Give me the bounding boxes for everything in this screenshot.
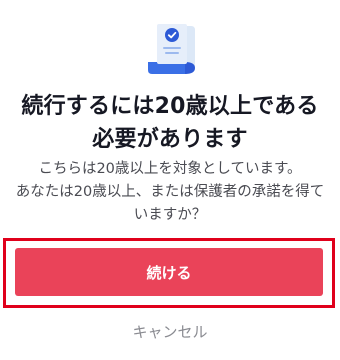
verified-certificate-icon	[148, 24, 195, 74]
age-verification-dialog: 続行するには20歳以上である必要があります こちらは20歳以上を対象としています…	[0, 0, 340, 360]
dialog-description: こちらは20歳以上を対象としています。 あなたは20歳以上、または保護者の承諾を…	[15, 161, 325, 223]
continue-button[interactable]: 続ける	[15, 248, 323, 296]
cancel-button[interactable]: キャンセル	[0, 318, 340, 344]
dialog-title: 続行するには20歳以上である必要があります	[21, 94, 319, 152]
